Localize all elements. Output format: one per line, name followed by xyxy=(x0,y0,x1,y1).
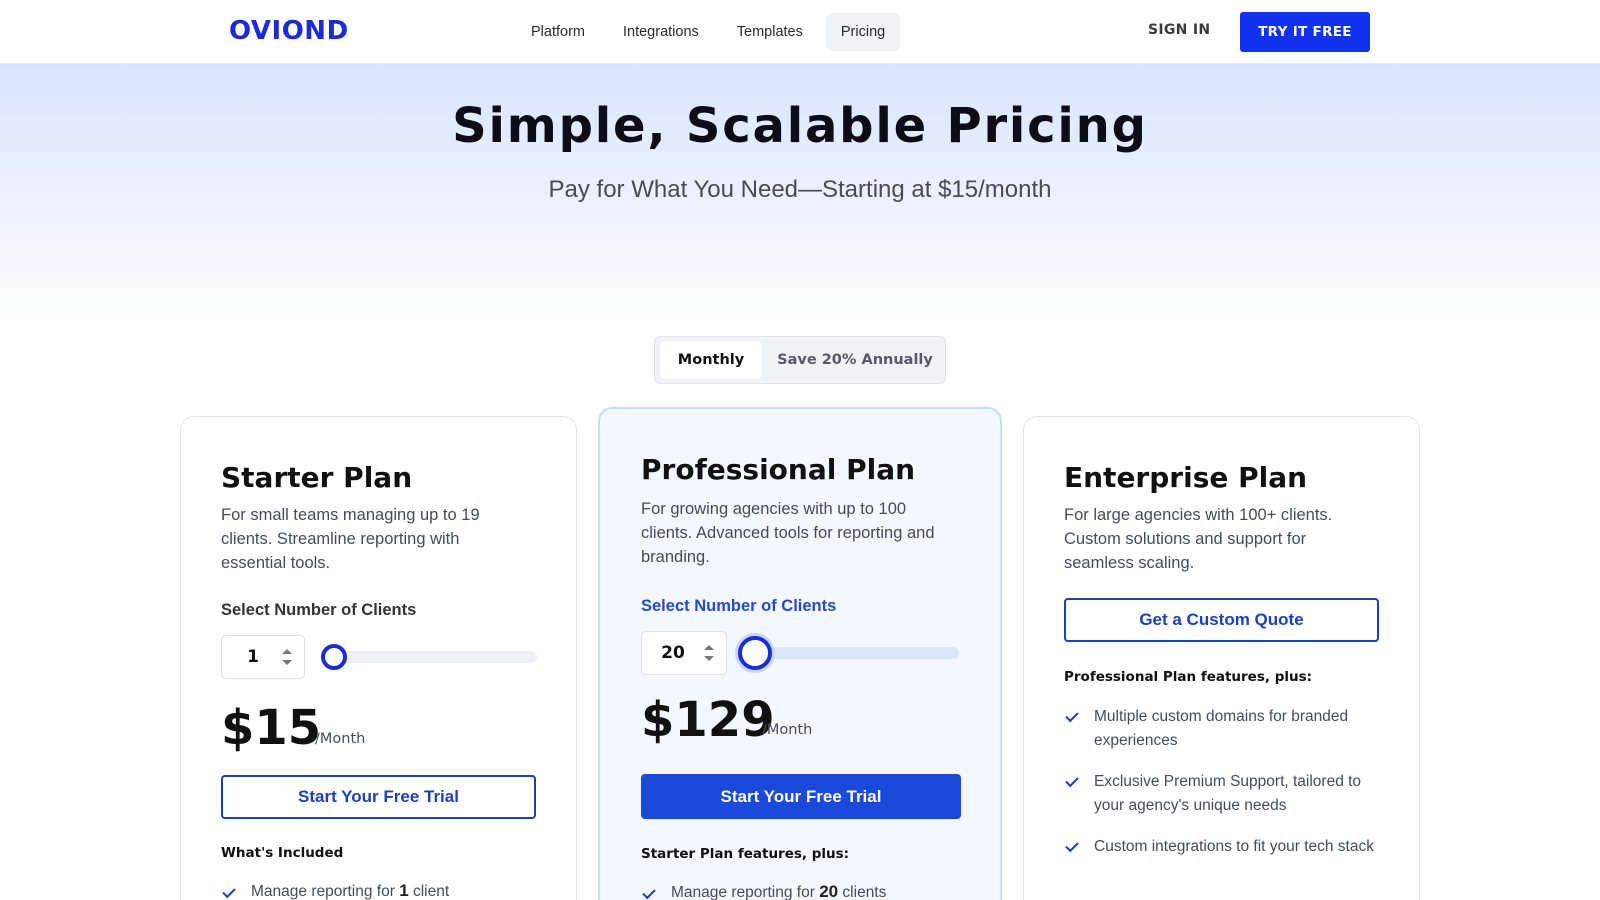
starter-plan-card: Starter Plan For small teams managing up… xyxy=(180,416,577,900)
stepper-arrows-icon[interactable] xyxy=(704,643,714,665)
stepper-arrows-icon[interactable] xyxy=(282,647,292,669)
nav-templates[interactable]: Templates xyxy=(722,13,818,51)
check-icon xyxy=(642,885,656,900)
start-free-trial-button[interactable]: Start Your Free Trial xyxy=(641,774,961,819)
main-nav: Platform Integrations Templates Pricing xyxy=(516,13,901,51)
features-heading: What's Included xyxy=(221,845,344,861)
check-icon xyxy=(1065,838,1079,853)
check-icon xyxy=(222,884,236,899)
feature-item: Manage reporting for 1 client xyxy=(251,881,450,900)
enterprise-plan-card: Enterprise Plan For large agencies with … xyxy=(1023,416,1420,900)
page-subtitle: Pay for What You Need—Starting at $15/mo… xyxy=(548,176,1052,203)
plan-description: For large agencies with 100+ clients. Cu… xyxy=(1064,506,1333,572)
plan-title: Enterprise Plan xyxy=(1064,461,1308,494)
sign-in-link[interactable]: SIGN IN xyxy=(1148,22,1210,38)
feature-item: Manage reporting for 20 clients xyxy=(671,882,887,900)
feature-item: Custom integrations to fit your tech sta… xyxy=(1094,838,1374,855)
check-icon xyxy=(1065,773,1079,788)
feature-item: Exclusive Premium Support, tailored to y… xyxy=(1094,773,1362,814)
plan-price: $15 xyxy=(221,700,322,756)
start-free-trial-button[interactable]: Start Your Free Trial xyxy=(221,775,536,819)
toggle-monthly[interactable]: Monthly xyxy=(660,341,762,379)
toggle-annual[interactable]: Save 20% Annually xyxy=(767,341,943,379)
professional-plan-card: Professional Plan For growing agencies w… xyxy=(598,407,1002,900)
plan-title: Starter Plan xyxy=(221,461,413,494)
plan-description: For growing agencies with up to 100 clie… xyxy=(641,500,935,566)
select-clients-label: Select Number of Clients xyxy=(641,597,837,615)
page-title: Simple, Scalable Pricing xyxy=(452,98,1148,154)
plan-price: $129 xyxy=(641,692,775,748)
plan-title: Professional Plan xyxy=(641,453,916,486)
top-nav-bar: OVIOND Platform Integrations Templates P… xyxy=(0,0,1600,64)
plan-description: For small teams managing up to 19 client… xyxy=(221,506,480,572)
check-icon xyxy=(1065,708,1079,723)
clients-slider-thumb[interactable] xyxy=(321,644,347,670)
clients-number-input[interactable]: 20 xyxy=(641,631,727,675)
features-heading: Starter Plan features, plus: xyxy=(641,846,850,862)
logo[interactable]: OVIOND xyxy=(229,16,349,46)
clients-number-input[interactable]: 1 xyxy=(221,635,305,679)
features-heading: Professional Plan features, plus: xyxy=(1064,669,1313,685)
clients-slider-track[interactable] xyxy=(321,651,537,663)
try-it-free-button[interactable]: TRY IT FREE xyxy=(1240,12,1370,52)
select-clients-label: Select Number of Clients xyxy=(221,601,417,619)
clients-value: 1 xyxy=(247,647,259,667)
price-period: /Month xyxy=(762,722,813,738)
feature-item: Multiple custom domains for branded expe… xyxy=(1094,708,1349,749)
billing-toggle: Monthly Save 20% Annually xyxy=(654,336,946,384)
nav-pricing[interactable]: Pricing xyxy=(825,13,901,51)
clients-value: 20 xyxy=(661,643,685,663)
clients-slider-thumb[interactable] xyxy=(738,636,772,670)
nav-platform[interactable]: Platform xyxy=(516,13,600,51)
get-custom-quote-button[interactable]: Get a Custom Quote xyxy=(1064,598,1379,642)
price-period: /Month xyxy=(315,731,366,747)
nav-integrations[interactable]: Integrations xyxy=(608,13,714,51)
clients-slider-track[interactable] xyxy=(745,647,959,659)
